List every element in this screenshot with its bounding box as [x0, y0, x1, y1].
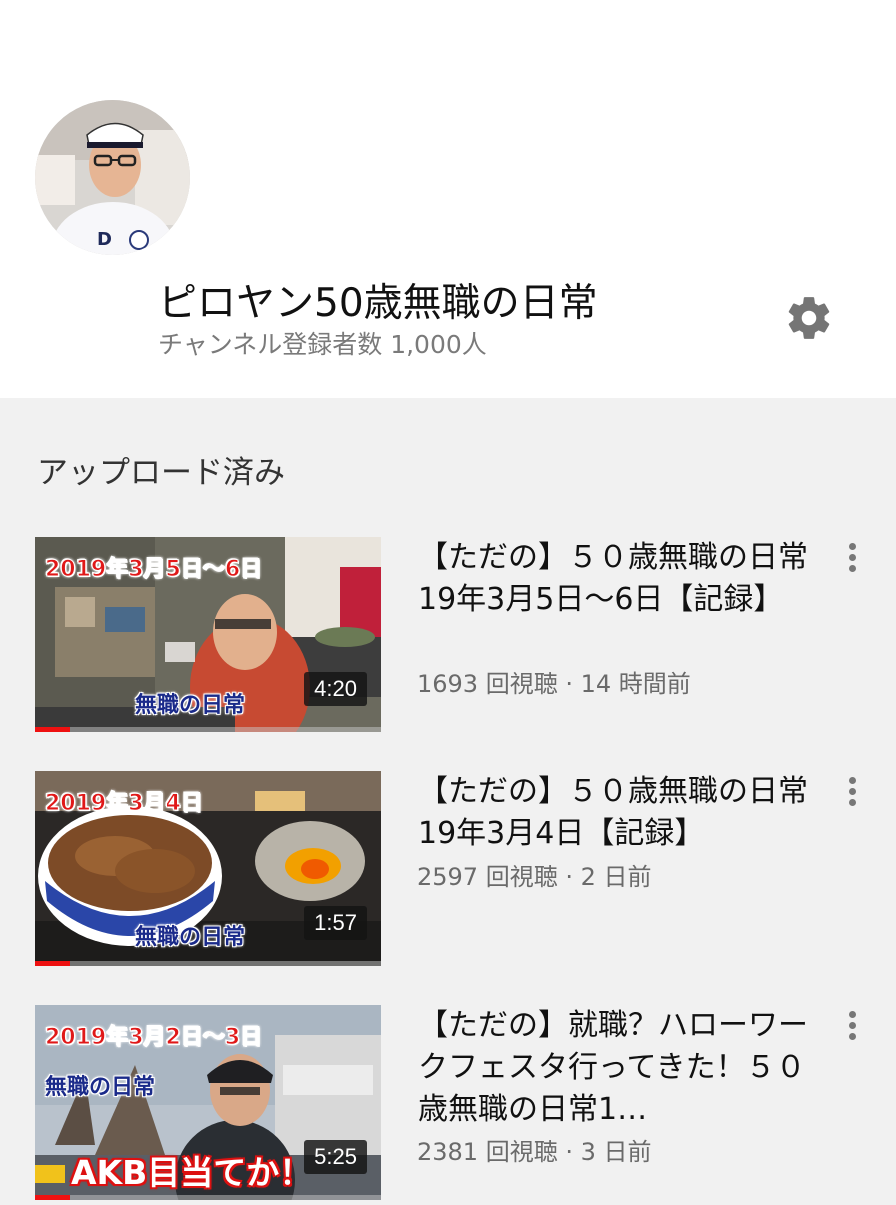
video-meta: 1693 回視聴 · 14 時間前 [417, 670, 691, 698]
watch-progress-fill [35, 961, 70, 966]
video-item[interactable]: 2019年3月2日〜3日 無職の日常 AKB目当てか！ 5:25 【ただの】就職… [0, 1005, 896, 1205]
thumbnail-label-text: 無職の日常 [45, 1075, 156, 1100]
video-item[interactable]: 2019年3月5日〜6日 無職の日常 4:20 【ただの】５０歳無職の日常19年… [0, 537, 896, 737]
video-meta: 2597 回視聴 · 2 日前 [417, 863, 652, 891]
channel-avatar[interactable]: D [35, 100, 190, 255]
channel-header: D ピロヤン50歳無職の日常 チャンネル登録者数 1,000人 [0, 0, 896, 398]
thumbnail-caption-text: AKB目当てか！ [71, 1153, 313, 1192]
thumbnail-date-text: 2019年3月4日 [45, 791, 204, 817]
video-item[interactable]: 2019年3月4日 無職の日常 1:57 【ただの】５０歳無職の日常19年3月4… [0, 771, 896, 971]
video-meta: 2381 回視聴 · 3 日前 [417, 1138, 652, 1166]
channel-name: ピロヤン50歳無職の日常 [158, 281, 598, 326]
thumbnail-label-text: 無職の日常 [135, 925, 246, 950]
gear-icon[interactable] [784, 293, 834, 343]
subscriber-count: チャンネル登録者数 1,000人 [158, 330, 487, 359]
video-title[interactable]: 【ただの】５０歳無職の日常19年3月5日〜6日【記録】 [418, 537, 818, 621]
more-vert-icon[interactable] [836, 539, 868, 579]
watch-progress-bar [35, 961, 381, 966]
video-title[interactable]: 【ただの】５０歳無職の日常19年3月4日【記録】 [418, 771, 818, 855]
watch-progress-fill [35, 1195, 70, 1200]
video-title[interactable]: 【ただの】就職？ハローワークフェスタ行ってきた！５０歳無職の日常1… [418, 1005, 818, 1131]
video-thumbnail[interactable]: 2019年3月5日〜6日 無職の日常 4:20 [35, 537, 381, 732]
watch-progress-bar [35, 1195, 381, 1200]
more-vert-icon[interactable] [836, 1007, 868, 1047]
video-thumbnail[interactable]: 2019年3月4日 無職の日常 1:57 [35, 771, 381, 966]
video-duration: 4:20 [304, 672, 367, 706]
watch-progress-fill [35, 727, 70, 732]
video-duration: 5:25 [304, 1140, 367, 1174]
thumbnail-date-text: 2019年3月2日〜3日 [44, 1025, 263, 1051]
watch-progress-bar [35, 727, 381, 732]
thumbnail-label-text: 無職の日常 [135, 693, 246, 718]
video-duration: 1:57 [304, 906, 367, 940]
video-thumbnail[interactable]: 2019年3月2日〜3日 無職の日常 AKB目当てか！ 5:25 [35, 1005, 381, 1200]
more-vert-icon[interactable] [836, 773, 868, 813]
section-title-uploads: アップロード済み [37, 455, 285, 491]
svg-text:D: D [97, 229, 112, 250]
thumbnail-date-text: 2019年3月5日〜6日 [44, 557, 263, 583]
avatar-image: D [35, 100, 190, 255]
